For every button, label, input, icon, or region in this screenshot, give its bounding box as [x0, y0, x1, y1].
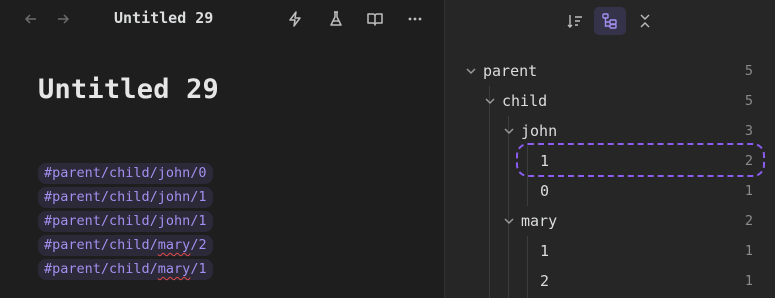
tree-item-label: 1: [540, 152, 550, 170]
lightning-icon[interactable]: [282, 7, 308, 31]
tree-item-child[interactable]: child 5: [445, 87, 775, 117]
tree-item-count: 5: [744, 93, 753, 109]
tag-link[interactable]: #parent/child/mary/2: [38, 235, 213, 256]
flask-icon[interactable]: [323, 7, 349, 31]
tree-item-label: parent: [483, 62, 538, 80]
tree-item-count: 1: [744, 273, 753, 289]
tree-item-count: 1: [744, 243, 753, 259]
tag-link[interactable]: #parent/child/john/1: [38, 187, 213, 208]
tree-item-label: 2: [540, 272, 550, 290]
tree-item-parent[interactable]: parent 5: [445, 57, 775, 87]
chevron-down-icon[interactable]: [482, 93, 498, 109]
tree-item-label: john: [521, 122, 558, 140]
tree-item-label: 0: [540, 182, 550, 200]
tree-item-count: 5: [744, 63, 753, 79]
sort-icon[interactable]: [559, 7, 591, 35]
tree-item-label: 1: [540, 242, 550, 260]
tree-item-mary-1[interactable]: 1 1: [445, 237, 775, 267]
book-open-icon[interactable]: [362, 7, 388, 31]
tag-prefix: #parent/child/: [44, 237, 158, 253]
chevron-down-icon[interactable]: [501, 213, 517, 229]
tree-item-mary[interactable]: mary 2: [445, 207, 775, 237]
tree-item-count: 2: [744, 153, 753, 169]
tag-link[interactable]: #parent/child/john/1: [38, 211, 213, 232]
tab-title: Untitled 29: [114, 9, 214, 27]
editor-pane: Untitled 29 Untitled 29 #parent/child/jo…: [0, 0, 444, 298]
more-horizontal-icon[interactable]: [402, 7, 428, 31]
tree-item-count: 2: [744, 213, 753, 229]
tag-list: #parent/child/john/0 #parent/child/john/…: [38, 163, 213, 283]
tag-suffix: /1: [190, 261, 207, 277]
tree-item-label: mary: [521, 212, 558, 230]
tree-item-john-0[interactable]: 0 1: [445, 177, 775, 207]
tag-pane: parent 5 child 5 john 3 1 2 0 1 mary 2 1…: [445, 0, 775, 298]
tag-link[interactable]: #parent/child/mary/1: [38, 259, 213, 280]
chevron-down-icon[interactable]: [501, 123, 517, 139]
collapse-all-icon[interactable]: [629, 7, 661, 35]
tree-item-mary-2[interactable]: 2 1: [445, 267, 775, 297]
tag-prefix: #parent/child/: [44, 261, 158, 277]
back-arrow-icon[interactable]: [20, 8, 42, 30]
tree-item-john-1[interactable]: 1 2: [445, 147, 775, 177]
tree-item-count: 1: [744, 183, 753, 199]
tree-view-icon[interactable]: [594, 7, 626, 35]
tree-item-john[interactable]: john 3: [445, 117, 775, 147]
misspelled-word: mary: [157, 261, 191, 277]
chevron-down-icon[interactable]: [463, 63, 479, 79]
tag-suffix: /2: [190, 237, 207, 253]
tree-item-count: 3: [744, 123, 753, 139]
tree-item-label: child: [502, 92, 548, 110]
document-title[interactable]: Untitled 29: [38, 74, 219, 105]
misspelled-word: mary: [157, 237, 191, 253]
forward-arrow-icon[interactable]: [52, 8, 74, 30]
tag-link[interactable]: #parent/child/john/0: [38, 163, 213, 184]
